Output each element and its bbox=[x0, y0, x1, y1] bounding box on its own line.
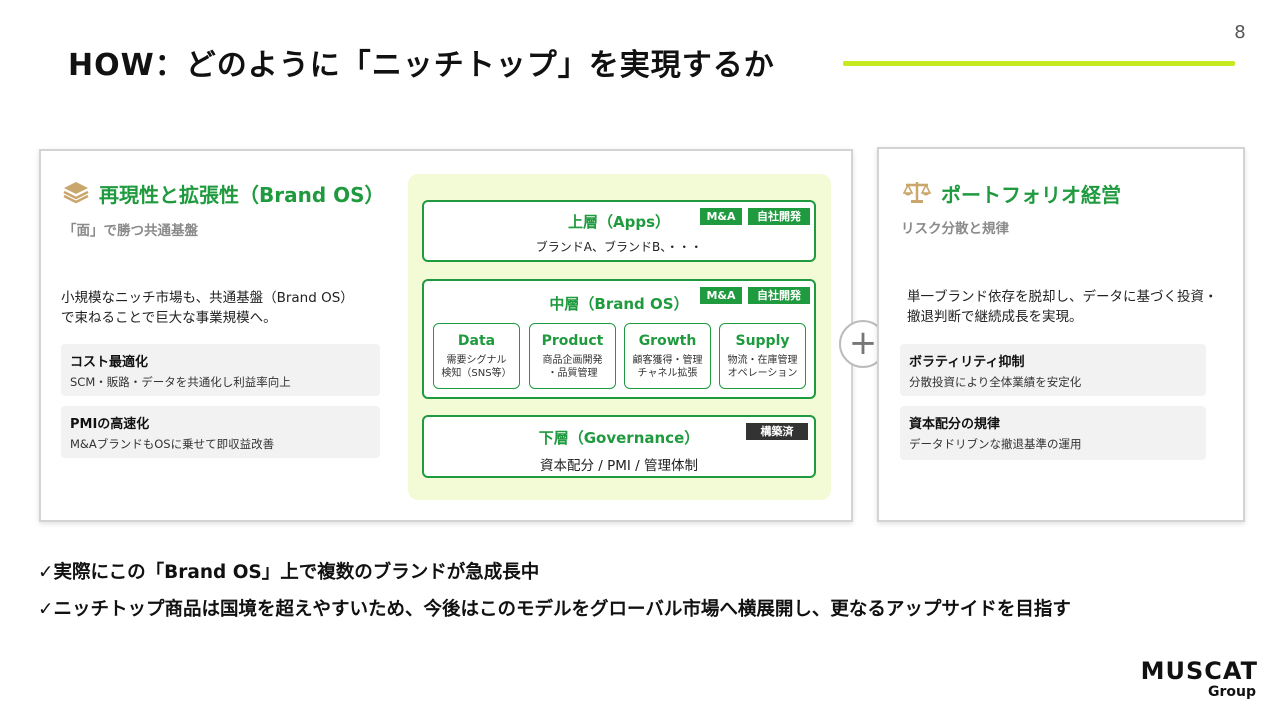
portfolio-subtitle: リスク分散と規律 bbox=[901, 221, 1009, 237]
layer-desc: ブランドA、ブランドB、・・・ bbox=[535, 240, 703, 254]
module-desc-line: オペレーション bbox=[727, 368, 798, 379]
portfolio-body: 単一ブランド依存を脱却し、データに基づく投資・撤退判断で継続成長を実現。 bbox=[907, 289, 1218, 325]
brand-os-body: 小規模なニッチ市場も、共通基盤（Brand OS）で束ねることで巨大な事業規模へ… bbox=[61, 290, 348, 326]
page-number: 8 bbox=[1234, 22, 1246, 43]
module-growth: Growth 顧客獲得・管理 チャネル拡張 bbox=[624, 323, 711, 389]
point-text: データドリブンな撤退基準の運用 bbox=[909, 437, 1082, 451]
brand-os-title: 再現性と拡張性（Brand OS） bbox=[99, 183, 385, 207]
portfolio-card: ポートフォリオ経営 リスク分散と規律 単一ブランド依存を脱却し、データに基づく投… bbox=[877, 147, 1245, 522]
module-desc-line: 需要シグナル bbox=[446, 355, 507, 366]
title-underline bbox=[843, 61, 1235, 66]
point-title: PMIの高速化 bbox=[70, 417, 150, 432]
module-name: Product bbox=[541, 333, 604, 349]
point-cost-optimization: コスト最適化 SCM・販路・データを共通化し利益率向上 bbox=[61, 344, 380, 396]
module-desc-line: チャネル拡張 bbox=[637, 368, 698, 379]
module-name: Growth bbox=[638, 333, 697, 349]
conclusion-line-2: ✓ニッチトップ商品は国境を超えやすいため、今後はこのモデルをグローバル市場へ横展… bbox=[38, 599, 1071, 620]
badge-ma: M&A bbox=[700, 208, 742, 225]
badge-ma: M&A bbox=[700, 287, 742, 304]
module-desc-line: 商品企画開発 bbox=[542, 355, 603, 366]
brand-os-subtitle: 「面」で勝つ共通基盤 bbox=[63, 223, 198, 239]
logo-sub: Group bbox=[1207, 684, 1256, 700]
point-volatility-control: ボラティリティ抑制 分散投資により全体業績を安定化 bbox=[900, 344, 1206, 396]
portfolio-header: ポートフォリオ経営 bbox=[902, 179, 1121, 208]
module-desc-line: 顧客獲得・管理 bbox=[632, 355, 703, 366]
module-desc-line: 物流・在庫管理 bbox=[727, 355, 798, 366]
module-desc-line: 検知（SNS等） bbox=[441, 368, 512, 379]
balance-scale-icon bbox=[902, 180, 932, 208]
page-title: HOW：どのように「ニッチトップ」を実現するか bbox=[68, 48, 775, 83]
layer-upper: 上層（Apps） ブランドA、ブランドB、・・・ M&A 自社開発 bbox=[422, 200, 816, 262]
badge-established: 構築済 bbox=[746, 423, 808, 440]
logo-main: MUSCAT bbox=[1140, 657, 1258, 685]
point-title: 資本配分の規律 bbox=[909, 417, 1001, 432]
point-title: ボラティリティ抑制 bbox=[909, 355, 1025, 370]
layers-icon bbox=[63, 180, 89, 208]
badge-in-house: 自社開発 bbox=[748, 208, 810, 225]
module-product: Product 商品企画開発 ・品質管理 bbox=[529, 323, 616, 389]
layer-lower: 下層（Governance） 資本配分 / PMI / 管理体制 構築済 bbox=[422, 415, 816, 478]
point-title: コスト最適化 bbox=[70, 355, 149, 370]
layer-diagram: 上層（Apps） ブランドA、ブランドB、・・・ M&A 自社開発 中層（Bra… bbox=[408, 174, 831, 500]
module-desc-line: ・品質管理 bbox=[547, 368, 598, 379]
point-capital-discipline: 資本配分の規律 データドリブンな撤退基準の運用 bbox=[900, 406, 1206, 460]
module-desc: 需要シグナル 検知（SNS等） bbox=[434, 354, 519, 380]
module-desc: 顧客獲得・管理 チャネル拡張 bbox=[625, 354, 710, 380]
module-desc: 物流・在庫管理 オペレーション bbox=[720, 354, 805, 380]
point-text: SCM・販路・データを共通化し利益率向上 bbox=[70, 375, 291, 389]
conclusion-line-1: ✓実際にこの「Brand OS」上で複数のブランドが急成長中 bbox=[38, 562, 540, 583]
layer-middle: 中層（Brand OS） M&A 自社開発 Data 需要シグナル 検知（SNS等… bbox=[422, 279, 816, 399]
muscat-group-logo: MUSCAT Group bbox=[1140, 658, 1258, 700]
module-supply: Supply 物流・在庫管理 オペレーション bbox=[719, 323, 806, 389]
module-data: Data 需要シグナル 検知（SNS等） bbox=[433, 323, 520, 389]
portfolio-title: ポートフォリオ経営 bbox=[941, 183, 1121, 207]
badge-in-house: 自社開発 bbox=[748, 287, 810, 304]
point-pmi-speed: PMIの高速化 M&AブランドもOSに乗せて即収益改善 bbox=[61, 406, 380, 458]
point-text: 分散投資により全体業績を安定化 bbox=[909, 375, 1082, 389]
module-name: Data bbox=[457, 333, 496, 349]
module-name: Supply bbox=[735, 333, 790, 349]
point-text: M&AブランドもOSに乗せて即収益改善 bbox=[70, 437, 275, 451]
layer-desc: 資本配分 / PMI / 管理体制 bbox=[539, 458, 699, 474]
brand-os-header: 再現性と拡張性（Brand OS） bbox=[63, 179, 385, 208]
module-desc: 商品企画開発 ・品質管理 bbox=[530, 354, 615, 380]
